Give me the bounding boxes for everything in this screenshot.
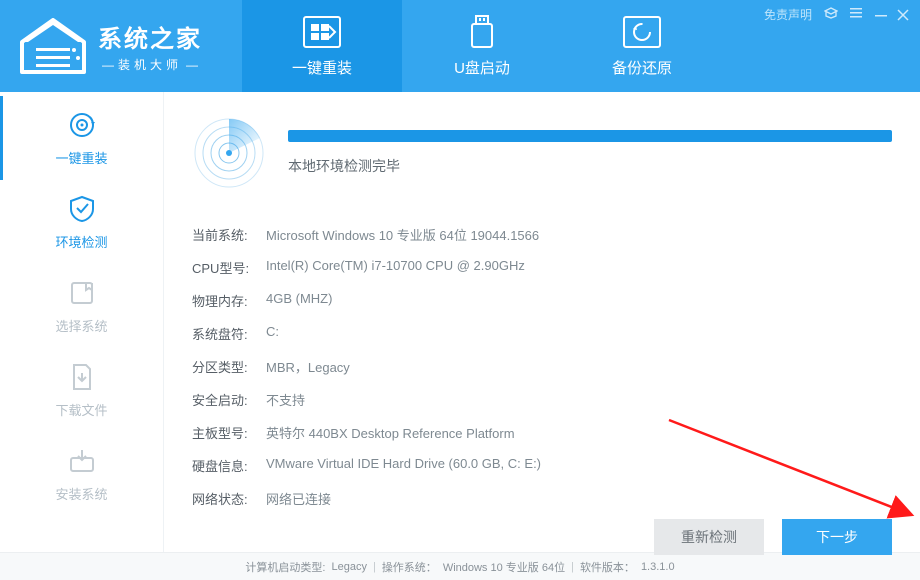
sidebar-item-download[interactable]: 下载文件: [0, 348, 163, 432]
info-row: CPU型号:Intel(R) Core(TM) i7-10700 CPU @ 2…: [192, 251, 892, 284]
radar-icon: [192, 116, 266, 190]
progress-text: 本地环境检测完毕: [288, 156, 892, 176]
info-row: 硬盘信息:VMware Virtual IDE Hard Drive (60.0…: [192, 449, 892, 482]
menu-icon[interactable]: [850, 7, 862, 22]
minimize-button[interactable]: [874, 8, 888, 22]
sidebar-item-reinstall[interactable]: 一键重装: [0, 96, 163, 180]
graduation-icon[interactable]: [824, 7, 838, 22]
close-button[interactable]: [896, 8, 910, 22]
sidebar-item-select-system[interactable]: 选择系统: [0, 264, 163, 348]
usb-icon: [470, 15, 494, 49]
disclaimer-link[interactable]: 免责声明: [764, 6, 812, 23]
info-row: 系统盘符:C:: [192, 317, 892, 350]
system-info-list: 当前系统:Microsoft Windows 10 专业版 64位 19044.…: [192, 218, 892, 515]
boot-type-label: 计算机启动类型:: [245, 559, 325, 575]
recheck-button[interactable]: 重新检测: [654, 519, 764, 555]
tab-usb-boot[interactable]: U盘启动: [402, 0, 562, 92]
version-value: 1.3.1.0: [641, 561, 675, 573]
info-row: 物理内存:4GB (MHZ): [192, 284, 892, 317]
boot-type-value: Legacy: [331, 561, 366, 573]
info-row: 分区类型:MBR，Legacy: [192, 350, 892, 383]
house-logo-icon: [18, 18, 88, 74]
info-row: 网络状态:网络已连接: [192, 482, 892, 515]
tab-reinstall[interactable]: 一键重装: [242, 0, 402, 92]
info-row: 安全启动:不支持: [192, 383, 892, 416]
version-label: 软件版本：: [580, 559, 635, 575]
progress-bar: [288, 130, 892, 142]
next-button[interactable]: 下一步: [782, 519, 892, 555]
info-row: 主板型号:英特尔 440BX Desktop Reference Platfor…: [192, 416, 892, 449]
backup-icon: [623, 15, 661, 49]
download-file-icon: [67, 362, 97, 392]
shield-check-icon: [67, 194, 97, 224]
os-label: 操作系统：: [382, 559, 437, 575]
app-logo: 系统之家 装机大师: [0, 0, 222, 92]
app-subtitle: 装机大师: [98, 56, 202, 73]
target-reload-icon: [67, 110, 97, 140]
install-box-icon: [67, 446, 97, 476]
os-value: Windows 10 专业版 64位: [443, 559, 565, 575]
sidebar-item-install[interactable]: 安装系统: [0, 432, 163, 516]
info-row: 当前系统:Microsoft Windows 10 专业版 64位 19044.…: [192, 218, 892, 251]
select-file-icon: [67, 278, 97, 308]
status-bar: 计算机启动类型: Legacy | 操作系统： Windows 10 专业版 6…: [0, 552, 920, 580]
sidebar-item-env-check[interactable]: 环境检测: [0, 180, 163, 264]
app-title: 系统之家: [98, 19, 202, 54]
windows-reload-icon: [303, 15, 341, 49]
tab-backup-restore[interactable]: 备份还原: [562, 0, 722, 92]
